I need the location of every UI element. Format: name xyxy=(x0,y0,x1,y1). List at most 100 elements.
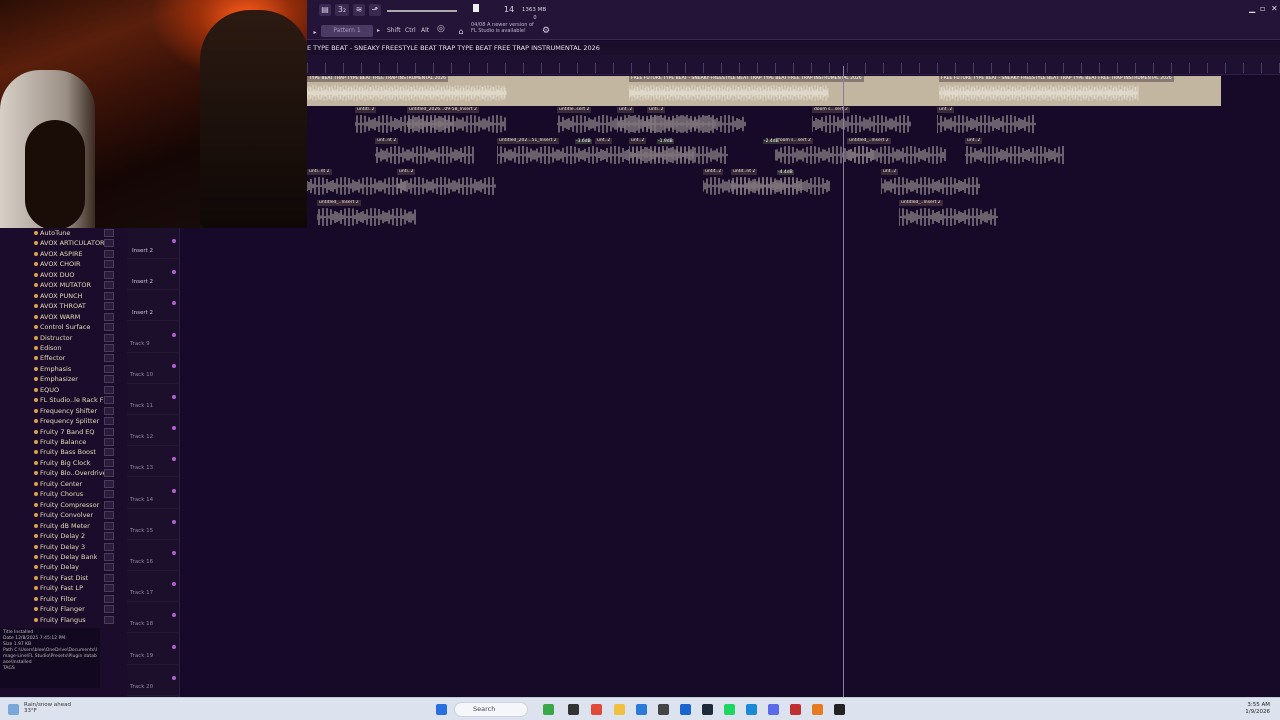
alt-key[interactable]: Alt xyxy=(421,27,429,34)
audio-clip[interactable]: unt..2 xyxy=(881,169,980,197)
plugin-item[interactable]: Emphasizer xyxy=(34,374,78,384)
ctrl-key[interactable]: Ctrl xyxy=(405,27,416,34)
audio-clip[interactable]: unti..2 xyxy=(397,169,496,197)
track-mute-dot[interactable] xyxy=(172,551,176,555)
app-icon-1[interactable] xyxy=(543,704,554,715)
audio-clip[interactable]: untitle..sert 2 xyxy=(557,107,656,135)
track-mute-dot[interactable] xyxy=(172,613,176,618)
track-mute-dot[interactable] xyxy=(172,363,176,368)
close-icon[interactable]: ✕ xyxy=(1271,4,1278,13)
track-mute-dot[interactable] xyxy=(172,519,176,524)
plugin-item[interactable]: Fruity Compressor xyxy=(33,500,99,510)
plugin-item[interactable]: Fruity Delay 2 xyxy=(33,531,85,541)
track-header[interactable]: Track 14 xyxy=(127,478,180,509)
app-icon-7[interactable] xyxy=(702,704,713,715)
track-header[interactable]: Track 13 xyxy=(127,446,180,478)
arrow-icon[interactable]: ⬏ xyxy=(369,4,381,16)
audio-clip[interactable]: untitl..2 xyxy=(355,107,454,135)
track-header[interactable]: Track 10 xyxy=(127,353,180,384)
windows-start-icon[interactable] xyxy=(436,704,447,715)
plugin-item[interactable]: Fruity Convolver xyxy=(33,510,93,520)
playlist-area[interactable]: TYPE BEAT TRAP TYPE BEAT FREE TRAP INSTR… xyxy=(307,76,1280,698)
audio-clip[interactable]: unt..2 xyxy=(595,138,694,166)
plugin-item[interactable]: AVOX MUTATOR xyxy=(34,280,91,290)
plugin-item[interactable]: Fruity 7 Band EQ xyxy=(34,427,95,437)
track-mute-dot[interactable] xyxy=(172,675,176,680)
audio-clip[interactable]: unti..nt 2 xyxy=(307,169,406,197)
track-mute-dot[interactable] xyxy=(172,426,176,431)
edge-icon[interactable] xyxy=(746,704,757,715)
track-header[interactable]: Track 18 xyxy=(127,602,180,634)
track-header[interactable]: Track 16 xyxy=(127,540,180,571)
folder-icon[interactable] xyxy=(614,704,625,715)
plugin-item[interactable]: Fruity Fast LP xyxy=(34,583,83,593)
plugin-item[interactable]: Fruity Fast Dist xyxy=(33,573,88,583)
track-mute-dot[interactable] xyxy=(172,644,176,649)
weather-widget[interactable]: Rain/snow ahead 33°F xyxy=(24,702,71,714)
plugin-item[interactable]: Frequency Splitter xyxy=(33,416,99,426)
plugin-item[interactable]: Emphasis xyxy=(33,364,71,374)
master-audio-clip[interactable]: FREE FUTURE TYPE BEAT - SNEAKY FREESTYLE… xyxy=(629,76,939,106)
audio-clip[interactable]: unt..2 xyxy=(965,138,1064,166)
gear-icon[interactable]: ⚙ xyxy=(541,25,551,37)
plugin-item[interactable]: Fruity Bass Boost xyxy=(34,447,96,457)
wave-icon[interactable]: ≋ xyxy=(353,4,365,16)
audio-clip[interactable]: unt..2 xyxy=(629,138,728,166)
audio-clip[interactable]: doom s...sert 2 xyxy=(812,107,911,135)
plugin-item[interactable]: Fruity Delay 3 xyxy=(33,542,85,552)
app-icon-3[interactable] xyxy=(591,704,602,715)
metronome-icon[interactable]: ◎ xyxy=(437,24,445,34)
audio-clip[interactable]: unt..2 xyxy=(617,107,716,135)
maximize-icon[interactable]: ▫ xyxy=(1260,4,1265,13)
audio-clip[interactable]: untitled_..Insert 2 xyxy=(847,138,946,166)
audio-clip[interactable]: untitled_2026...09-58_Insert 2 xyxy=(407,107,506,135)
track-header[interactable]: Track 11 xyxy=(127,384,180,415)
minimize-icon[interactable]: ▁ xyxy=(1249,4,1255,13)
mode-32-icon[interactable]: 3₂ xyxy=(335,4,349,16)
pattern-arrow-icon[interactable]: ▸ xyxy=(377,27,380,34)
shift-key[interactable]: Shift xyxy=(387,27,401,34)
track-header[interactable]: Track 20 xyxy=(127,665,180,696)
audio-clip[interactable]: unti..2 xyxy=(647,107,746,135)
bell-icon[interactable]: ⌂ xyxy=(457,26,465,38)
audio-clip[interactable]: untitled_..Insert 2 xyxy=(317,200,416,228)
playhead[interactable] xyxy=(843,66,844,698)
piano-icon[interactable]: ▤ xyxy=(319,4,331,16)
audio-clip[interactable]: unt..2 xyxy=(937,107,1036,135)
track-mute-dot[interactable] xyxy=(172,239,176,243)
audio-clip[interactable]: untitled_..Insert 2 xyxy=(899,200,998,228)
audio-clip[interactable]: untit..2 xyxy=(703,169,802,197)
timeline-ruler[interactable] xyxy=(307,55,1280,75)
plugin-item[interactable]: AVOX DUO xyxy=(33,270,74,280)
plugin-item[interactable]: AVOX PUNCH xyxy=(34,291,83,301)
plugin-item[interactable]: Fruity Flangus xyxy=(34,615,86,625)
audio-clip[interactable]: untit..nt 2 xyxy=(731,169,830,197)
plugin-item[interactable]: AVOX WARM xyxy=(33,312,80,322)
master-audio-clip[interactable]: TYPE BEAT TRAP TYPE BEAT FREE TRAP INSTR… xyxy=(307,76,629,106)
plugin-item[interactable]: Distructor xyxy=(33,333,72,343)
track-header[interactable]: Track 17 xyxy=(127,571,180,603)
track-mute-dot[interactable] xyxy=(172,301,176,306)
audio-clip[interactable]: untitled_202...51_Insert 2 xyxy=(497,138,596,166)
plugin-item[interactable]: Control Surface xyxy=(33,322,90,332)
plugin-item[interactable]: Fruity Flanger xyxy=(34,604,85,614)
track-header[interactable]: Insert 2 xyxy=(127,290,180,322)
master-audio-clip[interactable]: FREE FUTURE TYPE BEAT - SNEAKY FREESTYLE… xyxy=(939,76,1221,106)
plugin-item[interactable]: AVOX ASPIRE xyxy=(34,249,83,259)
plugin-item[interactable]: Fruity Delay xyxy=(34,562,79,572)
track-mute-dot[interactable] xyxy=(172,488,176,493)
plugin-item[interactable]: Edison xyxy=(34,343,62,353)
plugin-item[interactable]: Fruity Filter xyxy=(33,594,76,604)
track-mute-dot[interactable] xyxy=(172,395,176,399)
master-volume-slider[interactable] xyxy=(387,10,457,12)
audio-clip[interactable]: unt..nt 2 xyxy=(375,138,474,166)
app-icon-6[interactable] xyxy=(680,704,691,715)
plugin-item[interactable]: Effector xyxy=(33,353,65,363)
plugin-item[interactable]: EQUO xyxy=(33,385,59,395)
track-header[interactable]: Insert 2 xyxy=(127,259,180,291)
tempo-display[interactable]: 14 xyxy=(503,4,515,16)
app-icon-4[interactable] xyxy=(636,704,647,715)
track-header[interactable]: Insert 2 xyxy=(127,228,180,259)
system-clock[interactable]: 3:55 AM 1/9/2026 xyxy=(1245,702,1270,716)
discord-icon[interactable] xyxy=(768,704,779,715)
